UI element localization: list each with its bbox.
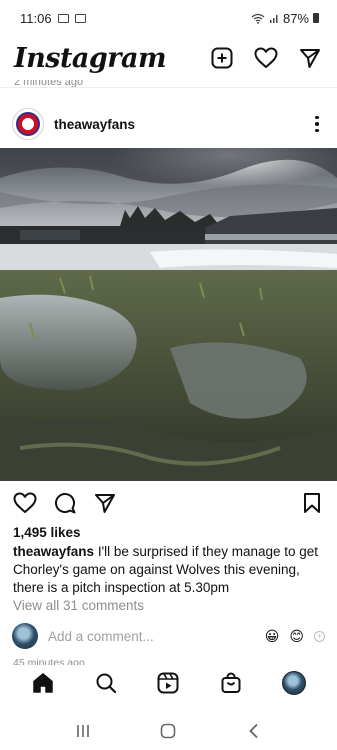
share-button[interactable]	[92, 490, 118, 516]
new-post-button[interactable]	[209, 45, 235, 71]
like-button[interactable]	[12, 490, 38, 516]
back-button[interactable]	[239, 716, 269, 746]
status-time: 11:06	[20, 10, 52, 26]
back-icon	[249, 723, 258, 739]
add-comment-row: Add a comment... 😀 😊 +	[0, 621, 337, 651]
post-header: theawayfans	[0, 102, 337, 146]
recents-button[interactable]	[68, 716, 98, 746]
emoji-reaction-1[interactable]: 😀	[265, 628, 280, 645]
share-icon	[95, 494, 115, 513]
more-dot	[315, 122, 319, 126]
recents-icon	[77, 725, 89, 737]
tab-home[interactable]	[28, 668, 58, 698]
post-caption: theawayfans I'll be surprised if they ma…	[13, 543, 325, 597]
mail-notification-icon	[74, 13, 86, 23]
battery-percentage: 87%	[282, 10, 309, 26]
tab-reels[interactable]	[153, 668, 183, 698]
add-comment-input[interactable]: Add a comment...	[48, 629, 255, 644]
post-actions	[0, 488, 337, 518]
comment-button[interactable]	[52, 490, 78, 516]
gallery-notification-icon	[57, 13, 69, 23]
more-dot	[315, 128, 319, 133]
flooded-pitch-photo	[0, 148, 337, 481]
shop-icon	[221, 672, 241, 693]
activity-button[interactable]	[253, 45, 279, 71]
save-icon	[304, 493, 320, 513]
reels-icon	[157, 672, 179, 694]
home-nav-button[interactable]	[153, 716, 183, 746]
tab-profile[interactable]	[279, 668, 309, 698]
home-icon	[33, 673, 54, 693]
battery-icon	[313, 13, 319, 23]
profile-avatar	[281, 671, 306, 695]
wifi-icon	[251, 13, 265, 24]
feed[interactable]: 2 minutes ago theawayfans 1,495 likes th…	[0, 80, 337, 665]
new-post-icon	[211, 47, 233, 69]
system-navigation-bar	[0, 712, 337, 750]
app-header: Instagram	[0, 36, 337, 80]
more-options-button[interactable]	[309, 112, 325, 136]
divider	[0, 87, 337, 88]
home-nav-icon	[161, 723, 176, 739]
signal-icon	[269, 14, 278, 23]
post-author-avatar[interactable]	[12, 108, 44, 140]
comment-icon	[55, 493, 76, 514]
direct-message-icon	[300, 49, 320, 68]
avatar-logo	[16, 112, 40, 136]
view-all-comments-link[interactable]: View all 31 comments	[13, 598, 144, 613]
more-dot	[315, 115, 319, 120]
direct-messages-button[interactable]	[297, 45, 323, 71]
like-icon	[13, 492, 37, 513]
caption-username[interactable]: theawayfans	[13, 544, 94, 559]
status-bar: 11:06 87%	[0, 0, 337, 36]
search-icon	[96, 673, 116, 694]
bottom-tab-bar	[0, 665, 337, 701]
emoji-reaction-2[interactable]: 😊	[289, 628, 304, 645]
post-timestamp: 45 minutes ago	[13, 657, 85, 665]
heart-icon	[254, 47, 278, 68]
current-user-avatar	[12, 623, 38, 649]
save-button[interactable]	[299, 490, 325, 516]
tab-shop[interactable]	[216, 668, 246, 698]
likes-count[interactable]: 1,495 likes	[13, 525, 81, 540]
post-photo[interactable]	[0, 148, 337, 481]
add-emoji-icon[interactable]: +	[314, 630, 325, 642]
instagram-logo: Instagram	[14, 42, 167, 74]
tab-search[interactable]	[91, 668, 121, 698]
post-username[interactable]: theawayfans	[54, 117, 135, 132]
